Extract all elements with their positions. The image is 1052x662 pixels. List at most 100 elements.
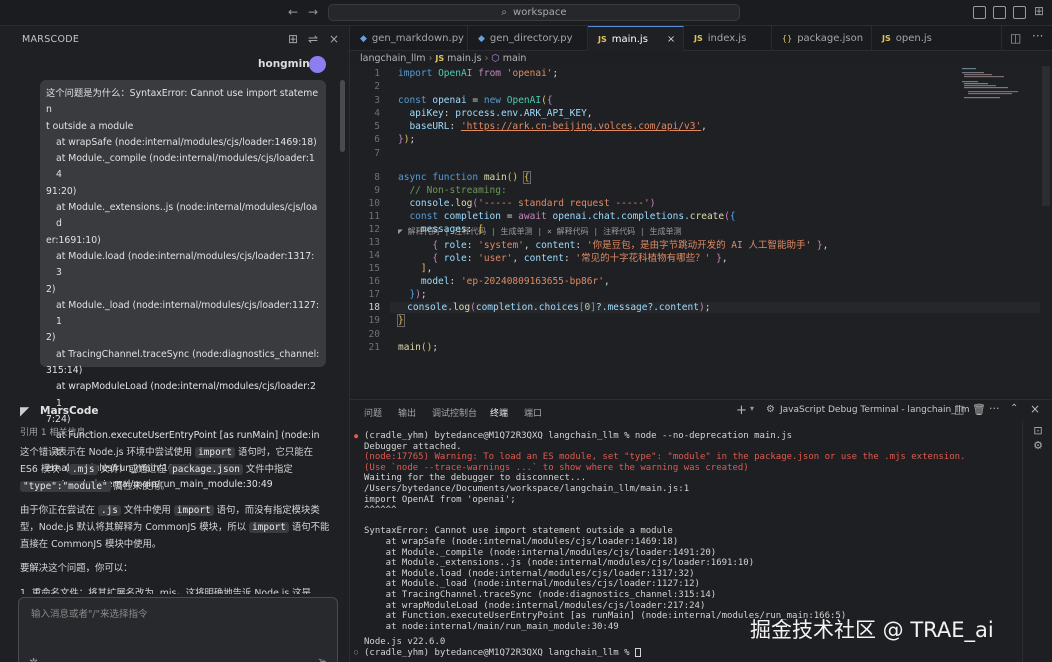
debug-terminal-icon[interactable]: ⚙	[1031, 439, 1045, 452]
line-number: 13	[368, 237, 380, 248]
code-token: // Non-streaming:	[409, 185, 507, 196]
tab-gen-markdown[interactable]: ◆ gen_markdown.py	[350, 26, 468, 51]
error-marker-icon: ●	[354, 432, 359, 440]
reference-info-link[interactable]: 引用 1 相关信息 ›	[20, 425, 92, 438]
minimap[interactable]	[960, 66, 1022, 102]
code-token: import	[398, 68, 433, 79]
split-terminal-icon[interactable]: ◫	[954, 403, 964, 416]
inline-code: import	[195, 447, 236, 458]
chat-scrollbar[interactable]	[340, 80, 345, 152]
python-icon: ◆	[360, 33, 367, 44]
user-message-line: 2)	[46, 283, 56, 295]
tab-debug-console[interactable]: 调试控制台	[432, 406, 477, 419]
code-token: completion.choices	[475, 302, 579, 313]
add-terminal-icon[interactable]: +	[736, 403, 747, 418]
code-token: main	[398, 342, 421, 353]
more-actions-icon[interactable]: ···	[989, 402, 1000, 415]
title-bar: ← → ⌕ workspace ⊞	[0, 0, 1052, 26]
terminal-line: ^^^^^^	[364, 505, 397, 516]
line-number: 20	[368, 329, 380, 340]
chevron-down-icon[interactable]: ▾	[750, 404, 754, 413]
panel-tab-bar: 问题 输出 调试控制台 终端 端口 + ▾ ⚙ JavaScript Debug…	[350, 399, 1052, 423]
forward-arrow-icon[interactable]: →	[308, 5, 318, 19]
more-actions-icon[interactable]: ···	[1032, 29, 1043, 43]
line-number: 4	[374, 108, 380, 119]
code-editor[interactable]: 1 2 3 4 5 6 7 8 9 10 11 12 13 14 15 16 17 18 19 20 21 import…	[350, 66, 1052, 396]
code-line: });	[409, 289, 427, 300]
settings-sliders-icon[interactable]: ⇌	[308, 32, 318, 46]
terminal-line: Waiting for the debugger to disconnect..…	[364, 473, 587, 484]
code-token: OpenAI	[438, 68, 473, 79]
tab-output[interactable]: 输出	[398, 406, 416, 419]
inline-code: .js	[98, 505, 121, 516]
close-tab-icon[interactable]: ×	[667, 34, 675, 45]
bot-paragraph: 由于你正在尝试在 .js 文件中使用 import 语句，而没有指定模块类型，N…	[20, 502, 330, 553]
js-icon: JS	[435, 54, 445, 63]
tab-index-js[interactable]: JS index.js	[684, 26, 772, 51]
editor-tab-bar: ◆ gen_markdown.py ◆ gen_directory.py JS mai…	[350, 26, 1052, 51]
send-icon[interactable]: ➢	[317, 654, 327, 662]
terminal-line: at Module._compile (node:internal/module…	[364, 547, 717, 558]
tab-gen-directory[interactable]: ◆ gen_directory.py	[468, 26, 588, 51]
user-message-line: at Module._extensions..js (node:internal…	[56, 202, 318, 230]
breadcrumb-folder[interactable]: langchain_llm	[360, 53, 426, 64]
new-chat-icon[interactable]: ⊞	[288, 32, 298, 46]
code-token: messages	[420, 224, 467, 235]
split-editor-icon[interactable]: ◫	[1010, 31, 1021, 45]
command-center-search[interactable]: ⌕ workspace	[328, 4, 740, 21]
line-number: 11	[368, 211, 380, 222]
tab-ports[interactable]: 端口	[524, 406, 542, 419]
toggle-panel-icon[interactable]	[993, 6, 1006, 19]
minimap-line	[962, 68, 976, 70]
reference-info-text: 引用 1 相关信息	[20, 428, 86, 438]
maximize-panel-icon[interactable]: ⌃	[1010, 403, 1018, 414]
terminal-prompt-line: (cradle_yhm) bytedance@M1Q72R3QXQ langch…	[364, 647, 641, 659]
code-token: log	[455, 198, 473, 209]
editor-scrollbar[interactable]	[1042, 66, 1050, 206]
sparkle-icon[interactable]: ✲	[29, 656, 38, 662]
code-line: { role: 'user', content: '常见的十字花科植物有哪些？'…	[432, 253, 728, 264]
user-message-line: er:1691:10)	[46, 234, 101, 246]
minimap-line	[968, 93, 1012, 95]
code-token: log	[452, 302, 471, 313]
tab-label: index.js	[707, 33, 747, 44]
chat-input[interactable]: 输入消息或者"/"来选择指令 ✲ ➢	[18, 597, 338, 662]
bot-paragraph: 这个错误表示在 Node.js 环境中尝试使用 import 语句时，它只能在 …	[20, 444, 330, 495]
terminal-prompt: (cradle_yhm) bytedance@M1Q72R3QXQ langch…	[364, 647, 635, 658]
code-token: openai.chat.completions.	[552, 211, 690, 222]
line-number: 5	[374, 121, 380, 132]
breadcrumb-file[interactable]: main.js	[447, 53, 481, 64]
trash-icon[interactable]: 🗑	[972, 403, 986, 416]
js-icon: JS	[882, 34, 891, 43]
chat-input-placeholder: 输入消息或者"/"来选择指令	[31, 609, 148, 620]
close-panel-icon[interactable]: ×	[329, 32, 339, 46]
code-token: const	[398, 95, 427, 106]
terminal-title[interactable]: JavaScript Debug Terminal - langchain_ll…	[780, 405, 970, 415]
tab-package-json[interactable]: {} package.json	[772, 26, 872, 51]
terminal-line: Node.js v22.6.0	[364, 637, 446, 647]
tab-label: package.json	[797, 33, 864, 44]
close-panel-icon[interactable]: ×	[1030, 402, 1040, 416]
terminal-line: at node:internal/main/run_main_module:30…	[364, 621, 619, 632]
code-line: messages: [	[420, 224, 484, 235]
line-number: 16	[368, 276, 380, 287]
tab-open-js[interactable]: JS open.js	[872, 26, 1002, 51]
bot-name: MarsCode	[40, 405, 99, 417]
code-line: import OpenAI from 'openai';	[398, 68, 559, 79]
code-token: create	[689, 211, 725, 222]
code-token: '常见的十字花科植物有哪些？'	[575, 253, 711, 264]
line-number: 19	[368, 315, 380, 326]
tab-main-js[interactable]: JS main.js ×	[588, 26, 684, 51]
toggle-secondary-sidebar-icon[interactable]	[1013, 6, 1026, 19]
terminal-line: at Module.load (node:internal/modules/cj…	[364, 568, 695, 579]
terminal-instance-icon[interactable]: ⊡	[1031, 424, 1045, 437]
toggle-primary-sidebar-icon[interactable]	[973, 6, 986, 19]
layout-icon[interactable]: ⊞	[1034, 4, 1044, 18]
chevron-right-icon: ›	[88, 428, 92, 438]
tab-problems[interactable]: 问题	[364, 406, 382, 419]
code-token[interactable]: 'https://ark.cn-beijing.volces.com/api/v…	[461, 121, 701, 132]
minimap-line	[962, 72, 984, 74]
js-icon: JS	[598, 34, 607, 44]
breadcrumb-symbol[interactable]: main	[503, 53, 527, 64]
back-arrow-icon[interactable]: ←	[288, 5, 298, 19]
